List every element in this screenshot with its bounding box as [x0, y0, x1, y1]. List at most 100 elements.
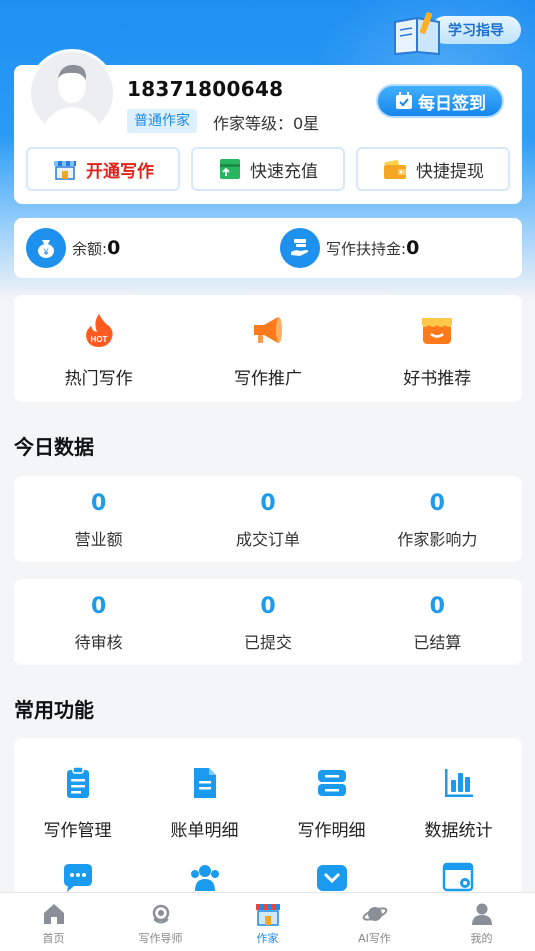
hot-writing-label: 热门写作	[64, 369, 133, 389]
megaphone-icon	[253, 317, 282, 343]
book-recommend-label: 好书推荐	[403, 369, 472, 389]
headset-icon	[152, 904, 169, 924]
today-stats-row-2: 0 待审核 0 已提交 0 已结算	[14, 579, 522, 665]
window-gear-icon	[442, 862, 473, 892]
book-icon	[394, 12, 440, 56]
stat-pending[interactable]: 0 待审核	[14, 579, 183, 665]
writing-detail-label: 写作明细	[297, 821, 366, 841]
writing-detail-item[interactable]: 写作明细	[268, 766, 395, 841]
collection-item[interactable]	[268, 861, 395, 895]
team-item[interactable]	[141, 861, 268, 895]
writer-level: 作家等级：0星	[213, 114, 320, 133]
svg-text:¥: ¥	[42, 247, 49, 257]
common-functions-title: 常用功能	[14, 698, 94, 722]
stat-settled[interactable]: 0 已结算	[353, 579, 522, 665]
stat-orders-value: 0	[260, 491, 276, 516]
store-awning-icon	[422, 318, 453, 344]
chevron-box-icon	[316, 865, 347, 891]
stat-pending-value: 0	[91, 594, 107, 619]
stat-settled-value: 0	[429, 594, 445, 619]
writing-fund-item[interactable]: 写作扶持金: 0	[268, 228, 522, 268]
tab-home[interactable]: 首页	[0, 893, 107, 951]
quick-recharge-button[interactable]: 快速充值	[191, 147, 345, 191]
user-phone: 18371800648	[127, 77, 284, 101]
tab-ai-writing[interactable]: AI写作	[321, 893, 428, 951]
stat-influence[interactable]: 0 作家影响力	[353, 476, 522, 562]
stat-revenue[interactable]: 0 营业额	[14, 476, 183, 562]
tab-mine-label: 我的	[470, 932, 493, 945]
stat-pending-label: 待审核	[74, 633, 123, 652]
stat-settled-label: 已结算	[413, 633, 462, 652]
tab-writer[interactable]: 作家	[214, 893, 321, 951]
writing-management-item[interactable]: 写作管理	[14, 766, 141, 841]
stat-submitted-value: 0	[260, 594, 276, 619]
wallet-icon	[384, 159, 406, 179]
bottom-tabbar: 首页 写作导师 作家 AI写作 我的	[0, 892, 535, 951]
balance-item[interactable]: ¥ 余额: 0	[14, 228, 268, 268]
tab-mine[interactable]: 我的	[428, 893, 535, 951]
clipboard-icon	[66, 766, 89, 798]
bill-detail-item[interactable]: 账单明细	[141, 766, 268, 841]
quick-withdraw-button[interactable]: 快捷提现	[356, 147, 510, 191]
open-writing-label: 开通写作	[86, 161, 154, 182]
settings-item[interactable]	[395, 861, 522, 895]
data-statistics-label: 数据统计	[424, 821, 493, 841]
daily-signin-button[interactable]: 每日签到	[376, 84, 504, 118]
hot-writing-item[interactable]: HOT 热门写作	[14, 295, 183, 402]
today-data-title: 今日数据	[14, 435, 94, 459]
quick-withdraw-label: 快捷提现	[416, 161, 484, 182]
stat-influence-value: 0	[429, 491, 445, 516]
stat-submitted-label: 已提交	[243, 633, 292, 652]
quick-recharge-label: 快速充值	[250, 161, 318, 182]
hot-fire-icon: HOT	[85, 314, 113, 347]
book-recommend-item[interactable]: 好书推荐	[353, 295, 522, 402]
feature-card: HOT 热门写作 写作推广 好书推荐	[14, 295, 522, 402]
balance-card: ¥ 余额: 0 写作扶持金: 0	[14, 218, 522, 278]
user-icon	[471, 903, 492, 925]
study-guide-button[interactable]: 学习指导	[391, 12, 521, 56]
document-icon	[193, 768, 216, 798]
stat-influence-label: 作家影响力	[397, 530, 478, 549]
tab-ai-writing-label: AI写作	[358, 932, 391, 945]
tab-writing-mentor-label: 写作导师	[138, 932, 183, 945]
role-tag: 普通作家	[127, 109, 197, 133]
hand-coin-icon	[280, 228, 320, 268]
writing-promotion-label: 写作推广	[233, 369, 302, 389]
tab-home-label: 首页	[42, 932, 65, 945]
avatar[interactable]	[28, 49, 116, 137]
balance-label: 余额:	[72, 239, 108, 258]
writing-management-label: 写作管理	[43, 821, 112, 841]
home-icon	[43, 904, 64, 924]
open-writing-button[interactable]: 开通写作	[26, 147, 180, 191]
planet-icon	[362, 907, 387, 921]
stat-submitted[interactable]: 0 已提交	[183, 579, 352, 665]
balance-value: 0	[107, 237, 121, 259]
writing-fund-label: 写作扶持金:	[326, 239, 407, 258]
common-functions-card: 写作管理 账单明细 写作明细 数据统计	[14, 738, 522, 898]
data-statistics-item[interactable]: 数据统计	[395, 766, 522, 841]
stat-orders-label: 成交订单	[235, 530, 300, 549]
avatar-placeholder-icon	[31, 52, 113, 134]
tab-writing-mentor[interactable]: 写作导师	[107, 893, 214, 951]
svg-text:HOT: HOT	[90, 335, 107, 344]
shop-icon	[54, 161, 76, 180]
quick-actions: 开通写作 快速充值 快捷提现	[26, 147, 510, 191]
money-bag-icon: ¥	[26, 228, 66, 268]
tab-writer-label: 作家	[256, 932, 279, 945]
writing-fund-value: 0	[406, 237, 420, 259]
stat-orders[interactable]: 0 成交订单	[183, 476, 352, 562]
chat-bubble-icon	[63, 864, 92, 892]
profile-card: 18371800648 普通作家 作家等级：0星 每日签到 开通写作 快速充值 …	[14, 49, 522, 204]
bill-detail-label: 账单明细	[170, 821, 239, 841]
today-stats-row-1: 0 营业额 0 成交订单 0 作家影响力	[14, 476, 522, 562]
message-item[interactable]	[14, 861, 141, 895]
card-icon	[220, 159, 240, 179]
daily-signin-label: 每日签到	[418, 93, 486, 114]
calendar-check-icon	[396, 92, 412, 109]
stat-revenue-label: 营业额	[74, 530, 123, 549]
bar-chart-icon	[444, 769, 473, 797]
writing-promotion-item[interactable]: 写作推广	[183, 295, 352, 402]
storefront-icon	[255, 904, 280, 926]
stat-revenue-value: 0	[91, 491, 107, 516]
team-users-icon	[190, 865, 219, 891]
